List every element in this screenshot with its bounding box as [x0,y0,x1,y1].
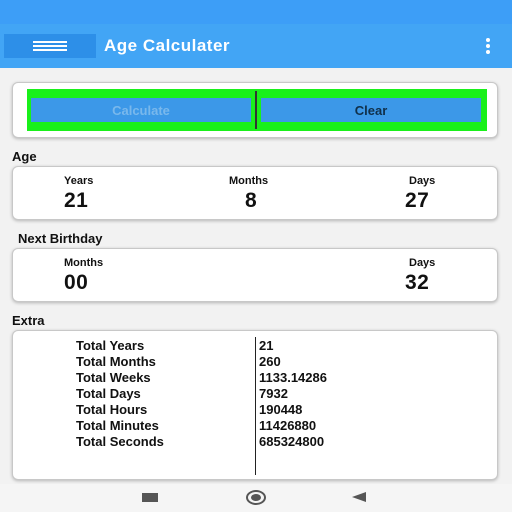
extra-row-label: Total Weeks [76,370,151,385]
next-days-label: Days [409,257,436,269]
button-divider [255,91,257,129]
extra-divider [255,337,256,475]
menu-button[interactable] [4,34,96,58]
extra-row: Total Years 21 [13,338,499,354]
extra-row: Total Months 260 [13,354,499,370]
extra-row-label: Total Months [76,354,156,369]
square-recents-icon[interactable] [142,493,158,502]
action-button-frame: Calculate Clear [27,89,487,131]
days-label: Days [409,175,436,187]
extra-section-label: Extra [12,313,45,328]
status-bar [0,0,512,24]
extra-row: Total Days 7932 [13,386,499,402]
extra-row-label: Total Minutes [76,418,159,433]
next-days-value: 32 [405,271,430,294]
calculate-button[interactable]: Calculate [31,98,251,122]
age-card: Years 21 Months 8 Days 27 [12,166,498,220]
extra-row-value: 7932 [259,386,288,401]
circle-home-icon[interactable] [246,490,266,505]
extra-row: Total Weeks 1133.14286 [13,370,499,386]
extra-card: Total Years 21 Total Months 260 Total We… [12,330,498,480]
app-bar: Age Calculater [0,24,512,68]
extra-row-value: 685324800 [259,434,325,449]
extra-row-value: 1133.14286 [259,370,327,385]
extra-row-label: Total Hours [76,402,148,417]
next-months-value: 00 [64,271,89,294]
days-value: 27 [405,189,430,212]
next-birthday-card: Months 00 Days 32 [12,248,498,302]
clear-button[interactable]: Clear [261,98,481,122]
years-label: Years [64,175,94,187]
extra-row: Total Minutes 11426880 [13,418,499,434]
next-birthday-section-label: Next Birthday [18,231,103,246]
next-months-label: Months [64,257,104,269]
extra-row-value: 260 [259,354,281,369]
app-title: Age Calculater [104,36,231,55]
extra-row: Total Seconds 685324800 [13,434,499,450]
triangle-back-icon[interactable] [352,492,366,502]
extra-row-value: 21 [259,338,274,353]
extra-row-label: Total Seconds [76,434,164,449]
age-section-label: Age [12,149,37,164]
more-vert-icon[interactable] [482,38,494,54]
months-label: Months [229,175,269,187]
extra-row-label: Total Years [76,338,145,353]
hamburger-icon [33,41,67,51]
extra-row: Total Hours 190448 [13,402,499,418]
extra-row-value: 11426880 [259,418,317,433]
months-value: 8 [245,189,258,212]
years-value: 21 [64,189,89,212]
extra-row-label: Total Days [76,386,141,401]
navigation-bar [0,484,512,512]
action-card: Calculate Clear [12,82,498,138]
extra-row-value: 190448 [259,402,303,417]
